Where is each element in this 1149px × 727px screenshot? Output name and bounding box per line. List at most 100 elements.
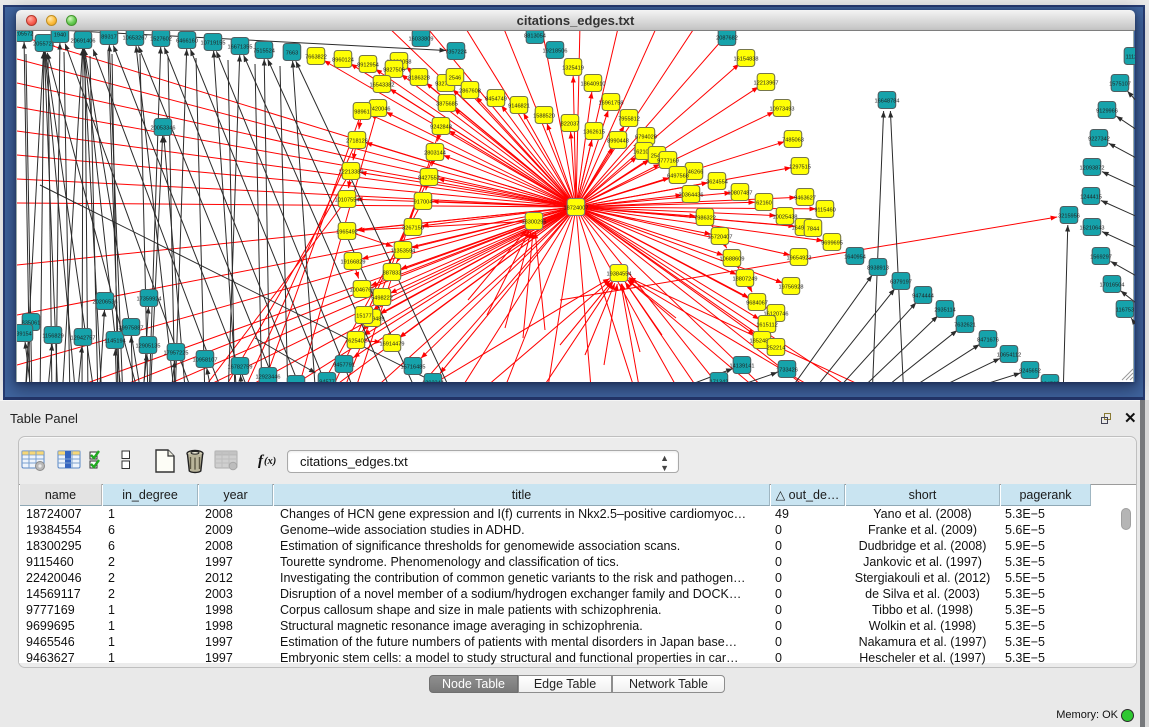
svg-text:9146821: 9146821 — [508, 104, 530, 110]
svg-text:205572: 205572 — [17, 32, 33, 38]
svg-text:20364436: 20364436 — [679, 193, 704, 199]
svg-text:94577: 94577 — [319, 380, 335, 383]
svg-text:9245652: 9245652 — [1019, 369, 1041, 375]
svg-text:822037: 822037 — [561, 122, 580, 128]
svg-text:116753: 116753 — [1116, 308, 1134, 314]
svg-text:19218506: 19218506 — [543, 49, 568, 55]
svg-text:8427552: 8427552 — [418, 176, 440, 182]
svg-text:7485063: 7485063 — [782, 138, 804, 144]
svg-text:19654923: 19654923 — [787, 256, 812, 262]
svg-text:12213967: 12213967 — [754, 81, 779, 87]
svg-text:12905135: 12905135 — [136, 344, 161, 350]
svg-text:917004: 917004 — [414, 200, 433, 206]
svg-text:924565: 924565 — [1041, 382, 1060, 383]
svg-text:2546: 2546 — [449, 76, 461, 82]
svg-text:2087682: 2087682 — [716, 36, 738, 42]
svg-text:171342: 171342 — [710, 380, 729, 383]
svg-text:9684067: 9684067 — [746, 301, 768, 307]
svg-text:15177: 15177 — [356, 314, 372, 320]
svg-text:1640954: 1640954 — [844, 255, 866, 261]
svg-text:16543382: 16543382 — [370, 83, 395, 89]
svg-text:12942757: 12942757 — [71, 336, 96, 342]
svg-text:2935114: 2935114 — [934, 308, 955, 314]
svg-text:20691406: 20691406 — [71, 39, 96, 45]
svg-text:19384554: 19384554 — [607, 272, 632, 278]
svg-text:18807249: 18807249 — [733, 277, 758, 283]
svg-text:3875685: 3875685 — [436, 102, 458, 108]
svg-text:6379197: 6379197 — [890, 280, 912, 286]
svg-text:16154838: 16154838 — [734, 57, 759, 63]
svg-text:10046766: 10046766 — [350, 288, 375, 294]
svg-text:9474444: 9474444 — [912, 294, 934, 300]
svg-text:10688609: 10688609 — [720, 257, 745, 263]
svg-text:19756928: 19756928 — [779, 285, 804, 291]
svg-text:8938913: 8938913 — [867, 266, 889, 272]
svg-text:7357224: 7357224 — [445, 50, 467, 56]
svg-text:11353594: 11353594 — [391, 249, 415, 255]
svg-text:3624554: 3624554 — [706, 180, 728, 186]
svg-text:10958107: 10958107 — [193, 358, 218, 364]
svg-text:8471676: 8471676 — [977, 338, 999, 344]
svg-text:1325419: 1325419 — [562, 66, 584, 72]
svg-text:17016504: 17016504 — [1100, 283, 1125, 289]
svg-text:9457791: 9457791 — [333, 363, 355, 369]
svg-text:1244415: 1244415 — [1080, 195, 1102, 201]
svg-text:15720407: 15720407 — [708, 235, 733, 241]
svg-text:11123: 11123 — [1126, 55, 1135, 61]
svg-text:9777169: 9777169 — [657, 159, 679, 165]
svg-text:7632621: 7632621 — [954, 323, 976, 329]
svg-text:19166829: 19166829 — [341, 260, 366, 266]
svg-text:18724007: 18724007 — [564, 206, 589, 212]
svg-text:10719155: 10719155 — [201, 41, 226, 47]
svg-text:14139141: 14139141 — [730, 364, 755, 370]
svg-text:18640910: 18640910 — [581, 82, 606, 88]
svg-text:20206536: 20206536 — [93, 300, 118, 306]
svg-text:1145194: 1145194 — [104, 339, 125, 345]
svg-text:12093872: 12093872 — [1080, 166, 1105, 172]
svg-text:16648784: 16648784 — [875, 99, 900, 105]
svg-text:1588520: 1588520 — [533, 114, 555, 120]
svg-text:10807487: 10807487 — [728, 191, 753, 197]
svg-text:887833: 887833 — [383, 271, 402, 277]
svg-text:9227342: 9227342 — [1088, 137, 1110, 143]
svg-text:39154: 39154 — [17, 332, 32, 338]
svg-text:9699695: 9699695 — [821, 241, 843, 247]
svg-text:1156829: 1156829 — [42, 334, 63, 340]
svg-text:8990448: 8990448 — [607, 139, 629, 145]
svg-text:9463627: 9463627 — [794, 196, 816, 202]
svg-text:5498222: 5498222 — [371, 296, 393, 302]
svg-text:9129966: 9129966 — [1096, 109, 1118, 115]
svg-text:2718126: 2718126 — [346, 139, 368, 145]
svg-text:7955812: 7955812 — [618, 117, 640, 123]
svg-text:16961758: 16961758 — [599, 101, 624, 107]
svg-text:1615112: 1615112 — [756, 323, 777, 329]
svg-text:3267150: 3267150 — [402, 226, 424, 232]
svg-text:(x): (x) — [264, 456, 276, 467]
svg-text:9827506: 9827506 — [383, 68, 405, 74]
svg-text:18300295: 18300295 — [522, 220, 547, 226]
svg-text:1292344: 1292344 — [422, 381, 444, 383]
svg-text:1297515: 1297515 — [789, 165, 811, 171]
svg-text:98961: 98961 — [354, 110, 370, 116]
svg-text:10025438: 10025438 — [773, 215, 798, 221]
svg-text:1940: 1940 — [54, 33, 66, 39]
svg-text:1362615: 1362615 — [583, 130, 605, 136]
svg-text:16671355: 16671355 — [228, 45, 253, 51]
svg-text:7663822: 7663822 — [305, 55, 327, 61]
svg-text:8960124: 8960124 — [332, 58, 354, 64]
svg-text:7625402: 7625402 — [345, 339, 367, 345]
svg-text:10973493: 10973493 — [770, 107, 795, 113]
svg-text:12923446: 12923446 — [256, 375, 281, 381]
svg-text:1569297: 1569297 — [1090, 255, 1112, 261]
svg-text:16210643: 16210643 — [1080, 226, 1105, 232]
svg-text:8186328: 8186328 — [408, 76, 430, 82]
svg-text:1575107: 1575107 — [1109, 82, 1131, 88]
svg-text:10653267: 10653267 — [123, 36, 148, 42]
svg-text:6497568: 6497568 — [667, 174, 689, 180]
svg-text:10107554: 10107554 — [335, 198, 360, 204]
svg-text:8454749: 8454749 — [485, 97, 507, 103]
svg-text:7986322: 7986322 — [694, 216, 716, 222]
svg-text:1527602: 1527602 — [150, 37, 172, 43]
svg-text:7515524: 7515524 — [253, 49, 275, 55]
svg-text:16914479: 16914479 — [380, 342, 405, 348]
